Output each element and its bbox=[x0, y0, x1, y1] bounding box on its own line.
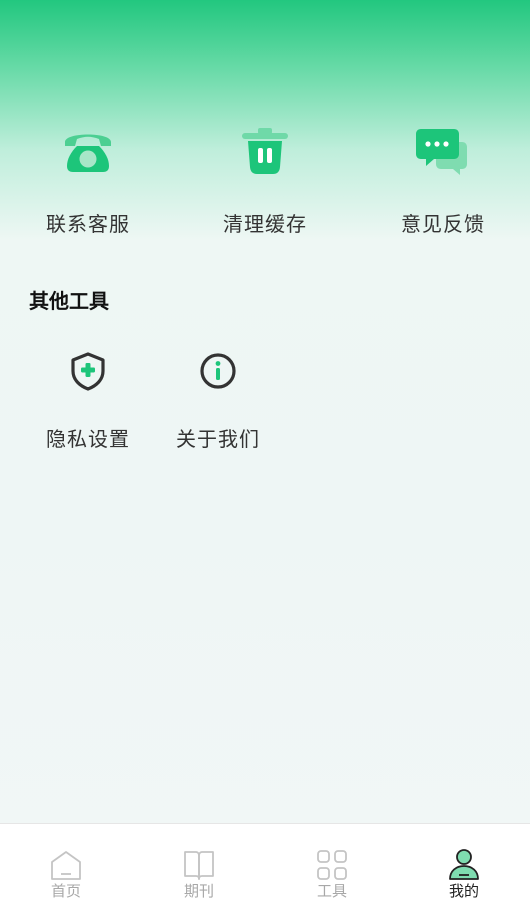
tab-mine[interactable]: 我的 bbox=[398, 824, 530, 918]
privacy-settings-button[interactable]: 隐私设置 bbox=[23, 345, 153, 465]
quick-actions: 联系客服 清理缓存 意见反馈 bbox=[0, 120, 530, 240]
clear-cache-button[interactable]: 清理缓存 bbox=[190, 120, 340, 240]
mine-page: 联系客服 清理缓存 意见反馈 其他工具 隐私设置 关于我们 首页 期刊 工具 我… bbox=[0, 0, 530, 918]
grid-icon bbox=[315, 848, 349, 882]
tab-home[interactable]: 首页 bbox=[0, 824, 132, 918]
tab-journals-label: 期刊 bbox=[183, 882, 214, 900]
about-us-label: 关于我们 bbox=[176, 427, 260, 451]
section-title-other-tools: 其他工具 bbox=[29, 289, 109, 313]
contact-service-button[interactable]: 联系客服 bbox=[13, 120, 163, 240]
shield-plus-icon bbox=[67, 350, 109, 392]
contact-service-label: 联系客服 bbox=[46, 212, 130, 236]
trash-icon bbox=[238, 126, 292, 180]
book-icon bbox=[182, 848, 216, 882]
feedback-label: 意见反馈 bbox=[401, 212, 485, 236]
tab-mine-label: 我的 bbox=[448, 882, 479, 900]
privacy-settings-label: 隐私设置 bbox=[46, 427, 130, 451]
tab-home-label: 首页 bbox=[50, 882, 81, 900]
telephone-icon bbox=[61, 126, 115, 180]
tab-tools-label: 工具 bbox=[316, 882, 347, 900]
bottom-tab-bar: 首页 期刊 工具 我的 bbox=[0, 823, 530, 918]
other-tools-list: 隐私设置 关于我们 bbox=[0, 345, 530, 465]
user-icon bbox=[447, 848, 481, 882]
info-circle-icon bbox=[197, 350, 239, 392]
chat-bubbles-icon bbox=[416, 126, 470, 180]
clear-cache-label: 清理缓存 bbox=[223, 212, 307, 236]
tab-tools[interactable]: 工具 bbox=[266, 824, 398, 918]
home-icon bbox=[49, 848, 83, 882]
about-us-button[interactable]: 关于我们 bbox=[153, 345, 283, 465]
tab-journals[interactable]: 期刊 bbox=[133, 824, 265, 918]
feedback-button[interactable]: 意见反馈 bbox=[368, 120, 518, 240]
